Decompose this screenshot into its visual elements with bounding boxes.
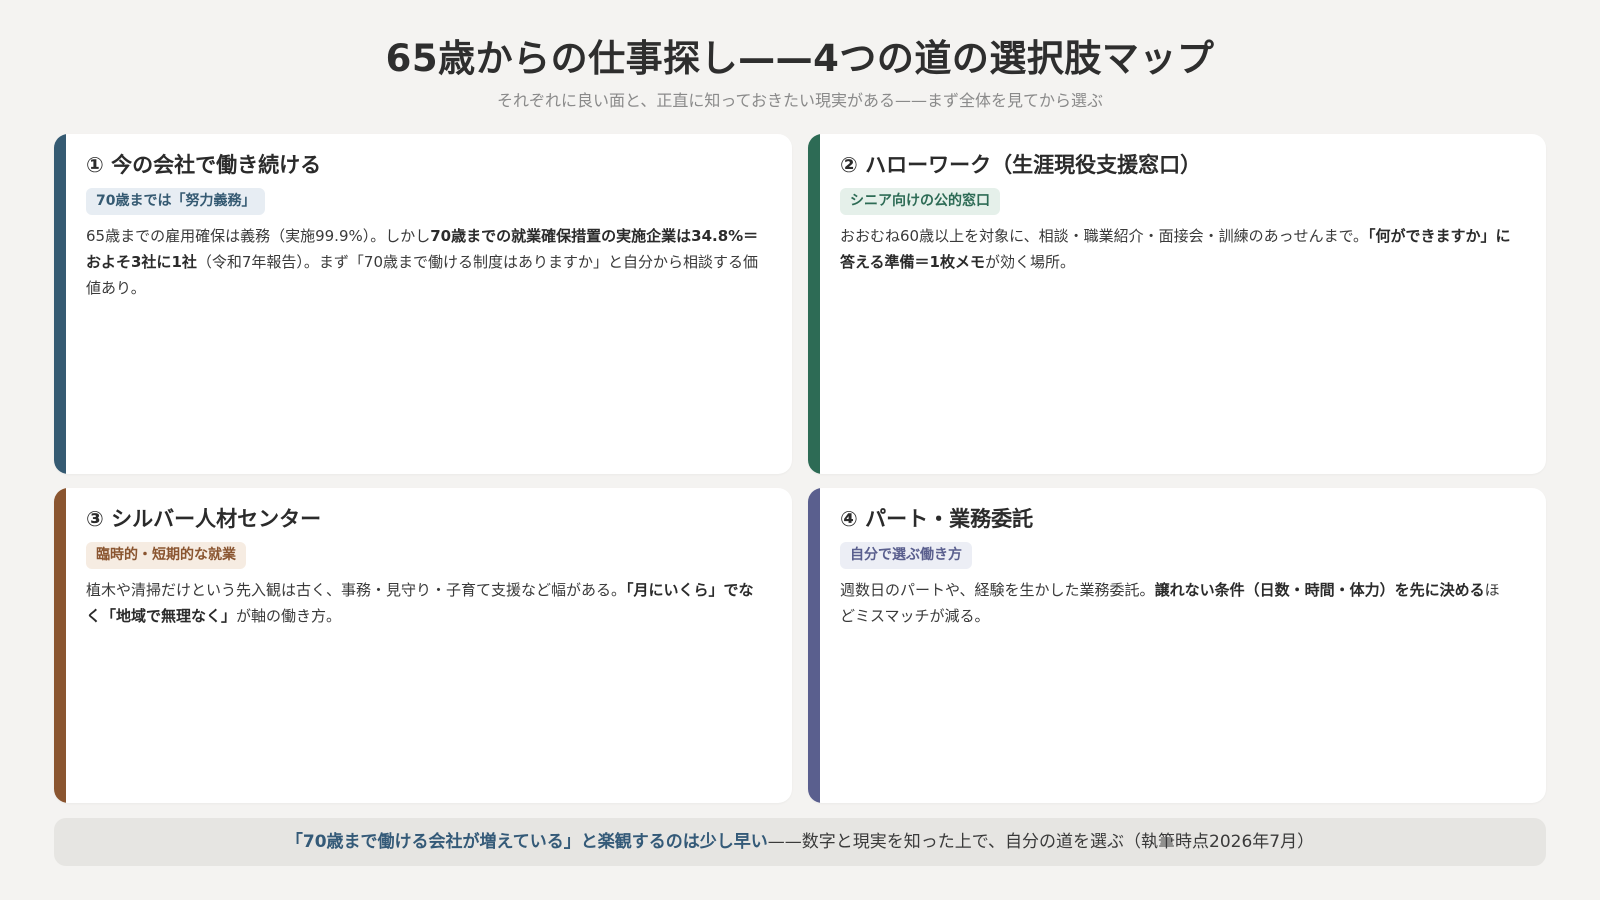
card-title: ③ シルバー人材センター (86, 507, 322, 531)
page-subtitle: それぞれに良い面と、正直に知っておきたい現実がある——まず全体を見てから選ぶ (496, 91, 1104, 110)
desc-text: が効く場所。 (985, 253, 1076, 271)
card-tag: シニア向けの公的窓口 (840, 188, 1000, 215)
option-card-2: ② ハローワーク（生涯現役支援窓口） シニア向けの公的窓口 おおむね60歳以上を… (808, 134, 1546, 474)
card-description: おおむね60歳以上を対象に、相談・職業紹介・面接会・訓練のあっせんまで。「何がで… (840, 223, 1514, 275)
desc-text: おおむね60歳以上を対象に、相談・職業紹介・面接会・訓練のあっせんまで。 (840, 227, 1369, 245)
footer-highlight: 「70歳まで働ける会社が増えている」と楽観するのは少し早い (285, 832, 768, 852)
desc-text: 週数日のパートや、経験を生かした業務委託。 (840, 581, 1155, 599)
card-description: 65歳までの雇用確保は義務（実施99.9%）。しかし70歳までの就業確保措置の実… (86, 223, 760, 301)
footer-note: 「70歳まで働ける会社が増えている」と楽観するのは少し早い——数字と現実を知った… (54, 818, 1546, 866)
options-grid: ① 今の会社で働き続ける 70歳までは「努力義務」 65歳までの雇用確保は義務（… (54, 134, 1546, 803)
option-card-3: ③ シルバー人材センター 臨時的・短期的な就業 植木や清掃だけという先入観は古く… (54, 488, 792, 803)
card-tag: 70歳までは「努力義務」 (86, 188, 266, 215)
option-card-1: ① 今の会社で働き続ける 70歳までは「努力義務」 65歳までの雇用確保は義務（… (54, 134, 792, 474)
footer-text: ——数字と現実を知った上で、自分の道を選ぶ（執筆時点2026年7月） (767, 832, 1315, 852)
option-card-4: ④ パート・業務委託 自分で選ぶ働き方 週数日のパートや、経験を生かした業務委託… (808, 488, 1546, 803)
desc-emphasis: 譲れない条件（日数・時間・体力）を先に決める (1154, 581, 1485, 599)
card-title: ④ パート・業務委託 (840, 507, 1034, 531)
accent-bar (54, 134, 66, 474)
card-title: ② ハローワーク（生涯現役支援窓口） (840, 153, 1202, 177)
accent-bar (54, 488, 66, 803)
desc-text: 65歳までの雇用確保は義務（実施99.9%）。しかし (86, 227, 431, 245)
page-title: 65歳からの仕事探し——4つの道の選択肢マップ (385, 37, 1215, 80)
desc-text: 植木や清掃だけという先入観は古く、事務・見守り・子育て支援など幅がある。 (86, 581, 627, 599)
card-description: 植木や清掃だけという先入観は古く、事務・見守り・子育て支援など幅がある。「月にい… (86, 577, 760, 629)
desc-text: が軸の働き方。 (236, 607, 342, 625)
accent-bar (808, 488, 820, 803)
card-title: ① 今の会社で働き続ける (86, 153, 322, 177)
card-tag: 臨時的・短期的な就業 (86, 542, 246, 569)
card-description: 週数日のパートや、経験を生かした業務委託。譲れない条件（日数・時間・体力）を先に… (840, 577, 1514, 629)
accent-bar (808, 134, 820, 474)
card-tag: 自分で選ぶ働き方 (840, 542, 972, 569)
header: 65歳からの仕事探し——4つの道の選択肢マップ それぞれに良い面と、正直に知って… (0, 34, 1600, 112)
